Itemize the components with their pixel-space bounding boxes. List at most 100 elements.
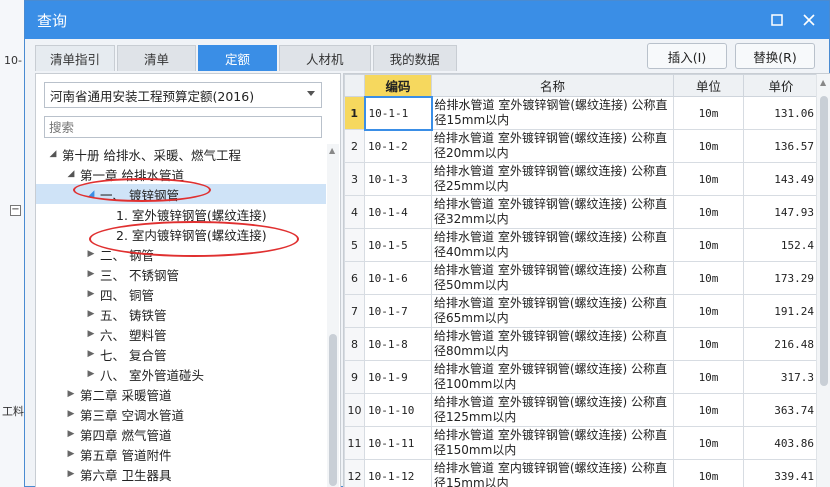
cell-name[interactable]: 给排水管道 室外镀锌钢管(螺纹连接) 公称直径15mm以内 — [431, 96, 674, 130]
cell-name[interactable]: 给排水管道 室外镀锌钢管(螺纹连接) 公称直径25mm以内 — [431, 162, 674, 196]
cell-unit[interactable]: 10m — [673, 261, 744, 295]
cell-code[interactable]: 10-1-5 — [364, 228, 432, 262]
cell-price[interactable]: 363.74 — [743, 393, 819, 427]
cell-unit[interactable]: 10m — [673, 426, 744, 460]
table-row[interactable]: 9 10-1-9 给排水管道 室外镀锌钢管(螺纹连接) 公称直径100mm以内 10m… — [344, 360, 819, 394]
cell-unit[interactable]: 10m — [673, 360, 744, 394]
table-row[interactable]: 11 10-1-11 给排水管道 室外镀锌钢管(螺纹连接) 公称直径150mm以内 1… — [344, 426, 819, 460]
expanded-arrow-icon[interactable]: ◢ — [64, 164, 78, 184]
cell-price[interactable]: 143.49 — [743, 162, 819, 196]
row-index[interactable]: 9 — [344, 360, 365, 394]
table-row[interactable]: 6 10-1-6 给排水管道 室外镀锌钢管(螺纹连接) 公称直径50mm以内 10m 1… — [344, 261, 819, 295]
tree-item[interactable]: ▶ 第二章 采暖管道 — [36, 384, 326, 404]
row-index[interactable]: 12 — [344, 459, 365, 487]
cell-price[interactable]: 152.4 — [743, 228, 819, 262]
tree-item[interactable]: ▶ 二、 钢管 — [36, 244, 326, 264]
tree-item[interactable]: ▶ 三、 不锈钢管 — [36, 264, 326, 284]
cell-code[interactable]: 10-1-9 — [364, 360, 432, 394]
row-index[interactable]: 8 — [344, 327, 365, 361]
cell-price[interactable]: 191.24 — [743, 294, 819, 328]
cell-name[interactable]: 给排水管道 室外镀锌钢管(螺纹连接) 公称直径125mm以内 — [431, 393, 674, 427]
table-row[interactable]: 5 10-1-5 给排水管道 室外镀锌钢管(螺纹连接) 公称直径40mm以内 10m 1… — [344, 228, 819, 262]
minus-box-icon[interactable]: − — [10, 205, 21, 216]
maximize-icon[interactable] — [765, 8, 789, 32]
collapsed-arrow-icon[interactable]: ▶ — [84, 284, 98, 304]
row-index[interactable]: 3 — [344, 162, 365, 196]
cell-name[interactable]: 给排水管道 室外镀锌钢管(螺纹连接) 公称直径20mm以内 — [431, 129, 674, 163]
cell-unit[interactable]: 10m — [673, 195, 744, 229]
expanded-arrow-icon[interactable]: ◢ — [46, 144, 60, 164]
column-header-price[interactable]: 单价 — [743, 74, 819, 97]
cell-code[interactable]: 10-1-2 — [364, 129, 432, 163]
cell-code[interactable]: 10-1-10 — [364, 393, 432, 427]
cell-name[interactable]: 给排水管道 室外镀锌钢管(螺纹连接) 公称直径65mm以内 — [431, 294, 674, 328]
collapsed-arrow-icon[interactable]: ▶ — [64, 424, 78, 444]
collapsed-arrow-icon[interactable]: ▶ — [64, 384, 78, 404]
scroll-up-icon[interactable]: ▲ — [820, 78, 826, 87]
cell-unit[interactable]: 10m — [673, 294, 744, 328]
table-row[interactable]: 10 10-1-10 给排水管道 室外镀锌钢管(螺纹连接) 公称直径125mm以内 1… — [344, 393, 819, 427]
tree-item[interactable]: ◢ 第十册 给排水、采暖、燃气工程 — [36, 144, 326, 164]
row-index[interactable]: 11 — [344, 426, 365, 460]
cell-code[interactable]: 10-1-12 — [364, 459, 432, 487]
cell-unit[interactable]: 10m — [673, 327, 744, 361]
row-index[interactable]: 1 — [344, 96, 365, 130]
tab-bill-guide[interactable]: 清单指引 — [35, 45, 116, 71]
table-row[interactable]: 7 10-1-7 给排水管道 室外镀锌钢管(螺纹连接) 公称直径65mm以内 10m 1… — [344, 294, 819, 328]
cell-name[interactable]: 给排水管道 室内镀锌钢管(螺纹连接) 公称直径15mm以内 — [431, 459, 674, 487]
tree-item[interactable]: ◢ 一、 镀锌钢管 — [36, 184, 326, 204]
collapsed-arrow-icon[interactable]: ▶ — [84, 264, 98, 284]
grid-scrollbar[interactable]: ▲ — [816, 74, 830, 487]
cell-code[interactable]: 10-1-4 — [364, 195, 432, 229]
tab-bill[interactable]: 清单 — [117, 45, 197, 71]
table-row[interactable]: 4 10-1-4 给排水管道 室外镀锌钢管(螺纹连接) 公称直径32mm以内 10m 1… — [344, 195, 819, 229]
cell-unit[interactable]: 10m — [673, 162, 744, 196]
collapsed-arrow-icon[interactable]: ▶ — [84, 244, 98, 264]
row-index[interactable]: 10 — [344, 393, 365, 427]
cell-name[interactable]: 给排水管道 室外镀锌钢管(螺纹连接) 公称直径40mm以内 — [431, 228, 674, 262]
collapsed-arrow-icon[interactable]: ▶ — [84, 364, 98, 384]
cell-code[interactable]: 10-1-3 — [364, 162, 432, 196]
cell-unit[interactable]: 10m — [673, 129, 744, 163]
row-index[interactable]: 7 — [344, 294, 365, 328]
cell-code[interactable]: 10-1-11 — [364, 426, 432, 460]
table-row[interactable]: 12 10-1-12 给排水管道 室内镀锌钢管(螺纹连接) 公称直径15mm以内 10… — [344, 459, 819, 487]
cell-code[interactable]: 10-1-6 — [364, 261, 432, 295]
tree-item[interactable]: ▶ 第三章 空调水管道 — [36, 404, 326, 424]
column-header-unit[interactable]: 单位 — [673, 74, 744, 97]
cell-name[interactable]: 给排水管道 室外镀锌钢管(螺纹连接) 公称直径50mm以内 — [431, 261, 674, 295]
tree-item[interactable]: ▶ 四、 铜管 — [36, 284, 326, 304]
cell-unit[interactable]: 10m — [673, 228, 744, 262]
cell-code[interactable]: 10-1-8 — [364, 327, 432, 361]
cell-unit[interactable]: 10m — [673, 96, 744, 130]
cell-price[interactable]: 403.86 — [743, 426, 819, 460]
cell-price[interactable]: 173.29 — [743, 261, 819, 295]
quota-library-select[interactable]: 河南省通用安装工程预算定额(2016) — [44, 82, 322, 108]
column-header-name[interactable]: 名称 — [431, 74, 674, 97]
tree-item[interactable]: ▶ 第六章 卫生器具 — [36, 464, 326, 484]
tree-item[interactable]: ▶ 八、 室外管道碰头 — [36, 364, 326, 384]
scroll-up-icon[interactable]: ▲ — [329, 146, 335, 155]
cell-name[interactable]: 给排水管道 室外镀锌钢管(螺纹连接) 公称直径150mm以内 — [431, 426, 674, 460]
row-index[interactable]: 4 — [344, 195, 365, 229]
collapsed-arrow-icon[interactable]: ▶ — [84, 304, 98, 324]
close-icon[interactable] — [797, 8, 821, 32]
replace-button[interactable]: 替换(R) — [735, 43, 815, 69]
cell-price[interactable]: 131.06 — [743, 96, 819, 130]
insert-button[interactable]: 插入(I) — [647, 43, 727, 69]
tab-my-data[interactable]: 我的数据 — [372, 45, 457, 71]
cell-name[interactable]: 给排水管道 室外镀锌钢管(螺纹连接) 公称直径32mm以内 — [431, 195, 674, 229]
cell-code[interactable]: 10-1-1 — [363, 95, 433, 131]
cell-price[interactable]: 317.3 — [743, 360, 819, 394]
cell-unit[interactable]: 10m — [673, 393, 744, 427]
cell-price[interactable]: 339.41 — [743, 459, 819, 487]
tab-labor-material-machine[interactable]: 人材机 — [279, 45, 371, 71]
tree-item[interactable]: ▶ 六、 塑料管 — [36, 324, 326, 344]
grid-scrollbar-thumb[interactable] — [820, 96, 828, 386]
dialog-titlebar[interactable]: 查询 — [25, 1, 829, 39]
search-input[interactable] — [44, 116, 322, 138]
row-index[interactable]: 2 — [344, 129, 365, 163]
table-row[interactable]: 8 10-1-8 给排水管道 室外镀锌钢管(螺纹连接) 公称直径80mm以内 10m 2… — [344, 327, 819, 361]
cell-unit[interactable]: 10m — [673, 459, 744, 487]
tree-scrollbar-thumb[interactable] — [329, 334, 337, 486]
